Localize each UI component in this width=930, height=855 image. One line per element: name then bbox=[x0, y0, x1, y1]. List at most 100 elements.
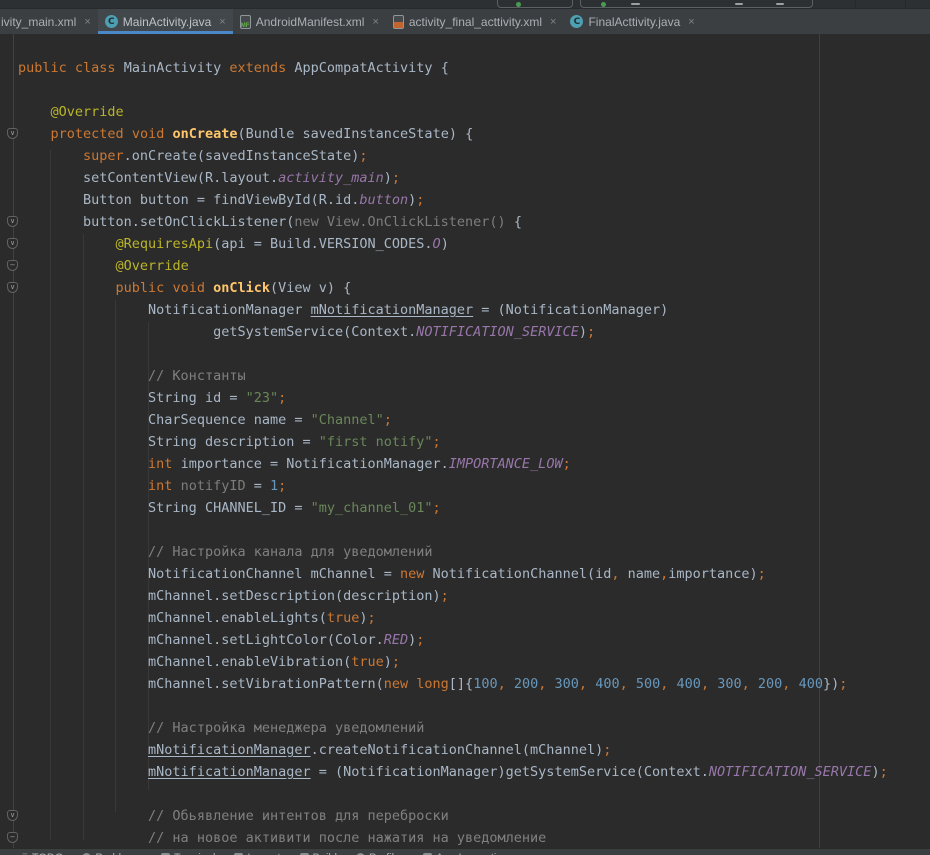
tab-ivity-main-xml[interactable]: ivity_main.xml× bbox=[0, 9, 98, 34]
code-token: mNotificationManager bbox=[311, 302, 474, 318]
code-line[interactable]: NotificationChannel mChannel = new Notif… bbox=[18, 563, 888, 585]
layout-xml-icon-block bbox=[394, 22, 403, 28]
code-line[interactable]: @Override bbox=[18, 101, 888, 123]
fold-marker-icon[interactable]: ∨ bbox=[7, 810, 18, 821]
code-line[interactable]: // на новое активити после нажатия на ув… bbox=[18, 827, 888, 848]
code-line[interactable]: public void onClick(View v) { bbox=[18, 277, 888, 299]
tab-mainactivity-java[interactable]: CMainActivity.java× bbox=[98, 9, 233, 34]
code-editor[interactable]: public class MainActivity extends AppCom… bbox=[0, 34, 930, 848]
code-token: .onCreate(savedInstanceState) bbox=[124, 148, 360, 164]
code-line[interactable]: super.onCreate(savedInstanceState); bbox=[18, 145, 888, 167]
tool-window-button-build[interactable]: Build bbox=[300, 849, 337, 855]
code-token bbox=[67, 60, 75, 76]
code-line[interactable]: mChannel.setLightColor(Color.RED); bbox=[18, 629, 888, 651]
code-line[interactable]: mChannel.setVibrationPattern(new long[]{… bbox=[18, 673, 888, 695]
code-line[interactable]: String id = "23"; bbox=[18, 387, 888, 409]
code-line[interactable]: protected void onCreate(Bundle savedInst… bbox=[18, 123, 888, 145]
code-line[interactable]: // Настройка канала для уведомлений bbox=[18, 541, 888, 563]
fold-marker-icon[interactable]: − bbox=[7, 260, 18, 271]
code-line[interactable]: mChannel.enableVibration(true); bbox=[18, 651, 888, 673]
tool-window-button-problems[interactable]: Problems bbox=[82, 849, 141, 855]
fold-marker-icon[interactable]: ∨ bbox=[7, 238, 18, 249]
code-token: new bbox=[400, 566, 424, 582]
code-line[interactable] bbox=[18, 343, 888, 365]
code-token bbox=[506, 676, 514, 692]
tool-window-button-app-inspection[interactable]: App Inspection bbox=[423, 849, 509, 855]
code-line[interactable] bbox=[18, 79, 888, 101]
code-token: importance = NotificationManager. bbox=[172, 456, 448, 472]
tool-window-button-terminal[interactable]: Terminal bbox=[161, 849, 216, 855]
code-line[interactable]: mNotificationManager = (NotificationMana… bbox=[18, 761, 888, 783]
code-token bbox=[205, 280, 213, 296]
fold-marker-icon[interactable]: − bbox=[7, 832, 18, 843]
tab-close-icon[interactable]: × bbox=[372, 16, 378, 28]
fold-marker-icon[interactable]: ∨ bbox=[7, 216, 18, 227]
tab-label: FinalActtivity.java bbox=[588, 15, 680, 29]
tool-window-button-todo[interactable]: ≡TODO bbox=[22, 849, 63, 855]
code-token: 500 bbox=[636, 676, 660, 692]
tab-close-icon[interactable]: × bbox=[219, 16, 225, 28]
code-token: @Override bbox=[116, 258, 189, 274]
code-token: mChannel.setVibrationPattern( bbox=[148, 676, 384, 692]
code-token: onClick bbox=[213, 280, 270, 296]
code-line[interactable]: String CHANNEL_ID = "my_channel_01"; bbox=[18, 497, 888, 519]
code-line[interactable]: setContentView(R.layout.activity_main); bbox=[18, 167, 888, 189]
code-token: 200 bbox=[514, 676, 538, 692]
manifest-file-icon: MF bbox=[240, 15, 251, 29]
code-token: mChannel.enableLights( bbox=[148, 610, 327, 626]
code-token: ; bbox=[758, 566, 766, 582]
code-line[interactable]: String description = "first notify"; bbox=[18, 431, 888, 453]
run-configuration-widget[interactable] bbox=[497, 0, 573, 8]
code-token: onCreate bbox=[172, 126, 237, 142]
tool-window-button-logcat[interactable]: Logcat bbox=[234, 849, 280, 855]
tab-androidmanifest-xml[interactable]: MFAndroidManifest.xml× bbox=[233, 9, 386, 34]
code-line[interactable]: mChannel.enableLights(true); bbox=[18, 607, 888, 629]
code-token: .createNotificationChannel(mChannel) bbox=[311, 742, 604, 758]
code-line[interactable]: @RequiresApi(api = Build.VERSION_CODES.O… bbox=[18, 233, 888, 255]
code-line[interactable] bbox=[18, 695, 888, 717]
code-token: ) bbox=[871, 764, 879, 780]
code-token: setContentView(R.layout. bbox=[83, 170, 278, 186]
code-token: 400 bbox=[595, 676, 619, 692]
fold-marker-icon[interactable]: ∨ bbox=[7, 128, 18, 139]
code-token: "my_channel_01" bbox=[311, 500, 433, 516]
code-line[interactable]: public class MainActivity extends AppCom… bbox=[18, 57, 888, 79]
code-line[interactable]: button.setOnClickListener(new View.OnCli… bbox=[18, 211, 888, 233]
code-token: void bbox=[132, 126, 165, 142]
code-line[interactable]: // Настройка менеджера уведомлений bbox=[18, 717, 888, 739]
code-line[interactable]: int importance = NotificationManager.IMP… bbox=[18, 453, 888, 475]
code-token: protected bbox=[51, 126, 124, 142]
code-line[interactable] bbox=[18, 783, 888, 805]
tab-close-icon[interactable]: × bbox=[84, 16, 90, 28]
code-token: mChannel.setDescription(description) bbox=[148, 588, 441, 604]
code-line[interactable]: mChannel.setDescription(description); bbox=[18, 585, 888, 607]
tab-finalacttivity-java[interactable]: C FinalActtivity.java × bbox=[563, 9, 701, 34]
code-token: ) bbox=[579, 324, 587, 340]
tab-activity-final-acttivity-xml[interactable]: activity_final_acttivity.xml× bbox=[386, 9, 564, 34]
code-line[interactable]: getSystemService(Context.NOTIFICATION_SE… bbox=[18, 321, 888, 343]
code-line[interactable]: CharSequence name = "Channel"; bbox=[18, 409, 888, 431]
code-line[interactable]: // Обьявление интентов для переброски bbox=[18, 805, 888, 827]
tab-close-icon[interactable]: × bbox=[688, 16, 694, 28]
java-class-icon: C bbox=[570, 15, 583, 28]
fold-marker-icon[interactable]: ∨ bbox=[7, 282, 18, 293]
code-line[interactable]: mNotificationManager.createNotificationC… bbox=[18, 739, 888, 761]
code-token: mChannel.enableVibration( bbox=[148, 654, 351, 670]
code-token: class bbox=[75, 60, 116, 76]
tool-window-button-profiler[interactable]: Profiler bbox=[356, 849, 404, 855]
code-token: ; bbox=[603, 742, 611, 758]
code-line[interactable] bbox=[18, 519, 888, 541]
code-token bbox=[750, 676, 758, 692]
code-token: ; bbox=[384, 412, 392, 428]
code-line[interactable]: NotificationManager mNotificationManager… bbox=[18, 299, 888, 321]
code-line[interactable]: Button button = findViewById(R.id.button… bbox=[18, 189, 888, 211]
code-line[interactable]: @Override bbox=[18, 255, 888, 277]
tab-close-icon[interactable]: × bbox=[550, 16, 556, 28]
code-line[interactable]: // Константы bbox=[18, 365, 888, 387]
code-token: 400 bbox=[677, 676, 701, 692]
code-token bbox=[790, 676, 798, 692]
code-token: ; bbox=[278, 478, 286, 494]
code-token: void bbox=[172, 280, 205, 296]
code-token: "23" bbox=[246, 390, 279, 406]
code-line[interactable]: int notifyID = 1; bbox=[18, 475, 888, 497]
